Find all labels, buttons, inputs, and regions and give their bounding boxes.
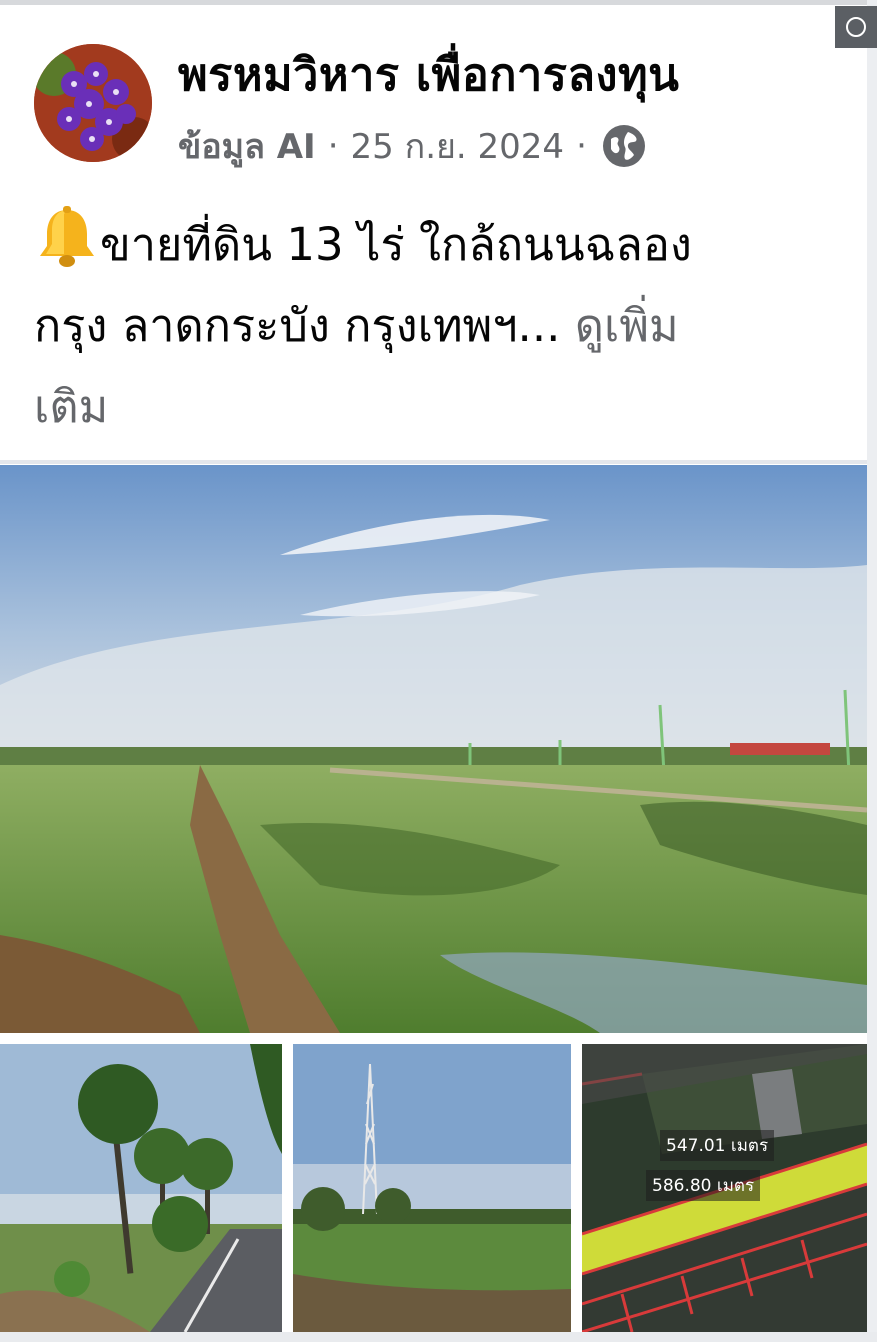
globe-icon[interactable]: [601, 123, 647, 169]
post-caption: ขายที่ดิน 13 ไร่ ใกล้ถนนฉลอง กรุง ลาดกระ…: [34, 204, 834, 447]
separator: ·: [576, 126, 587, 166]
scrollbar-track[interactable]: [867, 0, 877, 1342]
palm-trees-roadside-photo[interactable]: [0, 1044, 282, 1332]
avatar[interactable]: [34, 44, 152, 162]
page-name-link[interactable]: พรหมวิหาร เพื่อการลงทุน: [178, 38, 679, 110]
separator: ·: [327, 126, 339, 166]
map-width-label: 547.01 เมตร: [660, 1130, 775, 1161]
see-more-link[interactable]: ดูเพิ่ม: [575, 299, 679, 352]
see-more-link-continued[interactable]: เติม: [34, 380, 108, 433]
bottom-edge: [0, 1332, 877, 1342]
map-length-label: 586.80 เมตร: [646, 1170, 761, 1201]
top-edge: [0, 0, 877, 5]
flower-avatar-image: [34, 44, 152, 162]
bell-icon: [40, 206, 94, 267]
post-date-link[interactable]: 25 ก.ย. 2024: [351, 119, 565, 173]
rice-field-photo[interactable]: [0, 465, 867, 1033]
overlay-button[interactable]: [835, 6, 877, 48]
post-meta: ข้อมูล AI · 25 ก.ย. 2024 ·: [178, 120, 647, 172]
caption-line-1: ขายที่ดิน 13 ไร่ ใกล้ถนนฉลอง: [100, 218, 692, 271]
satellite-map-thumb[interactable]: 547.01 เมตร 586.80 เมตร: [582, 1044, 867, 1332]
circle-icon: [846, 17, 866, 37]
author-label: ข้อมูล AI: [178, 127, 316, 167]
caption-line-2: กรุง ลาดกระบัง กรุงเทพฯ...: [34, 299, 561, 352]
divider: [0, 460, 867, 464]
cell-tower-field-photo[interactable]: [293, 1044, 571, 1332]
